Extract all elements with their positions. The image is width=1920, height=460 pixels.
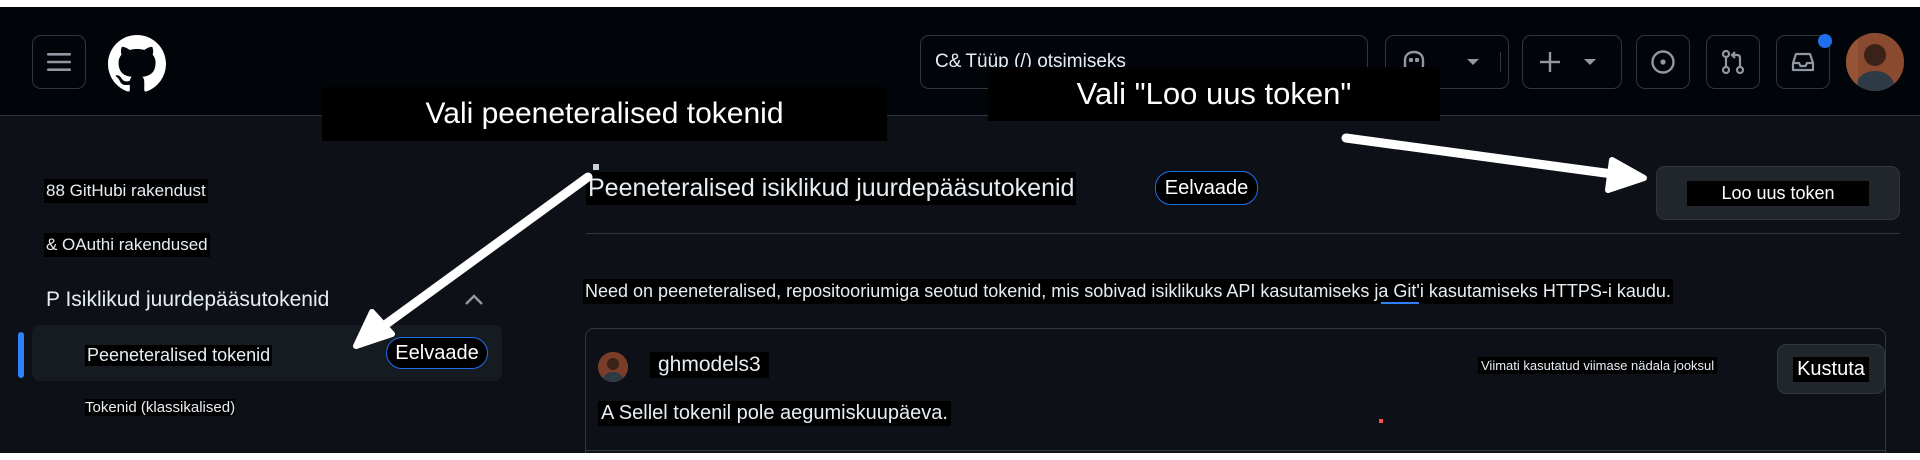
token-last-used: Viimati kasutatud viimase nädala jooksul (1478, 357, 1718, 374)
generate-new-token-label: Loo uus token (1687, 180, 1869, 206)
issue-opened-icon (1651, 50, 1675, 74)
chevron-down-icon (1467, 59, 1479, 65)
avatar-image (598, 352, 628, 382)
annotation-select-fine-grained: Vali peeneteralised tokenid (322, 87, 887, 141)
sidebar-item-label: Peeneteralised tokenid (85, 345, 273, 366)
hamburger-icon (47, 53, 71, 71)
title-mark (593, 164, 599, 170)
page-title: Peeneteralised isiklikud juurdepääsutoke… (586, 172, 1077, 205)
pull-request-icon (1721, 49, 1745, 75)
token-owner-avatar (598, 352, 628, 382)
issues-button[interactable] (1636, 35, 1690, 89)
inbox-icon (1791, 52, 1815, 72)
active-indicator (18, 332, 24, 378)
token-card (585, 328, 1886, 453)
github-page: C& Tüüp (/) otsimiseks 88 GitHubi rakend… (0, 7, 1920, 453)
generate-new-token-button[interactable]: Loo uus token (1656, 166, 1900, 220)
red-dot (1379, 419, 1383, 423)
sidebar-item-oauth-apps[interactable]: & OAuthi rakendused (44, 233, 210, 257)
pull-requests-button[interactable] (1706, 35, 1760, 89)
sidebar-item-classic-tokens[interactable]: Tokenid (klassikalised) (85, 399, 236, 416)
header-divider (1500, 52, 1501, 72)
github-logo-icon[interactable] (108, 35, 166, 93)
page-description: Need on peeneteralised, repositooriumiga… (583, 279, 1673, 304)
sidebar-item-github-apps[interactable]: 88 GitHubi rakendust (44, 179, 208, 203)
token-name[interactable]: ghmodels3 (650, 352, 769, 378)
preview-badge: Eelvaade (386, 337, 488, 369)
sidebar-item-personal-access-tokens[interactable]: P Isiklikud juurdepääsutokenid (44, 286, 331, 314)
create-new-button[interactable] (1522, 35, 1622, 89)
user-avatar[interactable] (1846, 33, 1904, 91)
card-divider (586, 450, 1885, 451)
top-header: C& Tüüp (/) otsimiseks (0, 7, 1920, 116)
token-expiry-warning: A Sellel tokenil pole aegumiskuupäeva. (598, 401, 951, 426)
description-link[interactable] (1381, 302, 1419, 304)
plus-icon (1540, 52, 1560, 72)
chevron-up-icon[interactable] (462, 290, 486, 310)
notification-dot (1818, 34, 1832, 48)
menu-button[interactable] (32, 35, 86, 89)
preview-badge: Eelvaade (1155, 171, 1258, 205)
annotation-create-new-token: Vali "Loo uus token" (988, 67, 1440, 121)
search-prefix: C& (935, 51, 962, 72)
avatar-image (1846, 33, 1904, 91)
delete-token-label: Kustuta (1793, 356, 1869, 382)
delete-token-button[interactable]: Kustuta (1777, 344, 1885, 394)
title-divider (586, 233, 1900, 234)
chevron-down-icon (1584, 59, 1596, 65)
